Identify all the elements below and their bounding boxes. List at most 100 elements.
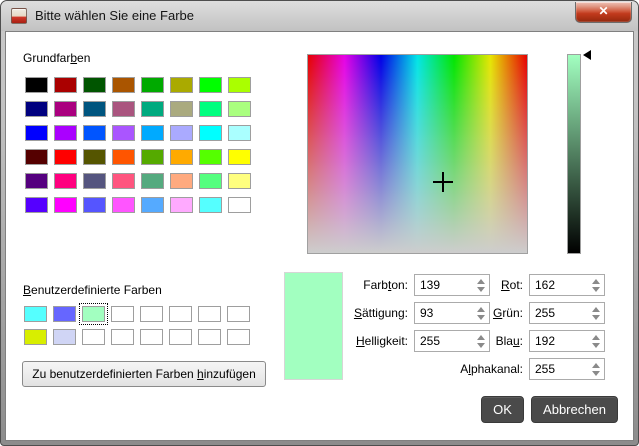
custom-color-swatch[interactable] — [198, 306, 221, 322]
basic-colors-grid — [25, 77, 251, 213]
red-spin-up-button[interactable] — [592, 279, 600, 284]
basic-color-swatch[interactable] — [25, 173, 48, 189]
basic-color-swatch[interactable] — [170, 101, 193, 117]
basic-color-swatch[interactable] — [228, 149, 251, 165]
custom-color-swatch[interactable] — [227, 329, 250, 345]
basic-color-swatch[interactable] — [54, 101, 77, 117]
basic-color-swatch[interactable] — [199, 173, 222, 189]
basic-color-swatch[interactable] — [83, 77, 106, 93]
basic-color-swatch[interactable] — [112, 197, 135, 213]
value-slider-strip[interactable] — [567, 54, 581, 254]
rgb-fields: Rot:Grün:Blau:Alphakanal: — [437, 271, 605, 383]
cancel-button[interactable]: Abbrechen — [531, 396, 618, 423]
value-slider[interactable] — [567, 54, 593, 254]
custom-color-swatch[interactable] — [111, 306, 134, 322]
custom-colors-grid — [24, 306, 250, 345]
app-icon — [11, 8, 27, 24]
basic-color-swatch[interactable] — [228, 125, 251, 141]
basic-color-swatch[interactable] — [25, 125, 48, 141]
custom-color-swatch[interactable] — [169, 306, 192, 322]
basic-color-swatch[interactable] — [199, 101, 222, 117]
crosshair-icon — [433, 172, 453, 192]
custom-color-swatch[interactable] — [53, 306, 76, 322]
basic-color-swatch[interactable] — [54, 125, 77, 141]
basic-color-swatch[interactable] — [83, 173, 106, 189]
basic-color-swatch[interactable] — [54, 77, 77, 93]
custom-color-swatch[interactable] — [24, 306, 47, 322]
basic-color-swatch[interactable] — [83, 197, 106, 213]
basic-color-swatch[interactable] — [83, 101, 106, 117]
slider-arrow-icon[interactable] — [583, 50, 591, 60]
custom-colors-label: Benutzerdefinierte Farben — [23, 283, 162, 297]
basic-color-swatch[interactable] — [83, 125, 106, 141]
basic-color-swatch[interactable] — [25, 197, 48, 213]
custom-color-swatch[interactable] — [82, 329, 105, 345]
blue-spinbox — [529, 330, 605, 352]
basic-color-swatch[interactable] — [199, 149, 222, 165]
basic-color-swatch[interactable] — [170, 77, 193, 93]
green-spinbox — [529, 302, 605, 324]
basic-color-swatch[interactable] — [25, 149, 48, 165]
basic-color-swatch[interactable] — [228, 101, 251, 117]
add-to-custom-colors-button[interactable]: Zu benutzerdefinierten Farben hinzufügen — [22, 361, 266, 387]
basic-color-swatch[interactable] — [112, 125, 135, 141]
color-dialog-window: Bitte wählen Sie eine Farbe ✕ Grundfarbe… — [0, 0, 639, 446]
basic-color-swatch[interactable] — [83, 149, 106, 165]
basic-color-swatch[interactable] — [199, 77, 222, 93]
blue-input[interactable] — [530, 331, 584, 351]
basic-color-swatch[interactable] — [25, 77, 48, 93]
basic-color-swatch[interactable] — [112, 77, 135, 93]
custom-color-swatch[interactable] — [53, 329, 76, 345]
basic-color-swatch[interactable] — [141, 173, 164, 189]
basic-color-swatch[interactable] — [199, 197, 222, 213]
hue-saturation-picker[interactable] — [307, 54, 528, 254]
custom-color-swatch[interactable] — [82, 306, 105, 322]
basic-color-swatch[interactable] — [54, 197, 77, 213]
alpha-spinbox — [529, 358, 605, 380]
alpha-label: Alphakanal: — [437, 362, 523, 376]
basic-color-swatch[interactable] — [141, 197, 164, 213]
basic-color-swatch[interactable] — [199, 125, 222, 141]
basic-color-swatch[interactable] — [112, 173, 135, 189]
basic-color-swatch[interactable] — [54, 149, 77, 165]
basic-color-swatch[interactable] — [112, 101, 135, 117]
custom-color-swatch[interactable] — [140, 329, 163, 345]
basic-color-swatch[interactable] — [228, 197, 251, 213]
blue-spin-down-button[interactable] — [592, 343, 600, 348]
basic-color-swatch[interactable] — [141, 77, 164, 93]
basic-color-swatch[interactable] — [141, 125, 164, 141]
basic-color-swatch[interactable] — [170, 173, 193, 189]
alpha-row: Alphakanal: — [437, 355, 605, 383]
basic-color-swatch[interactable] — [141, 101, 164, 117]
saturation-label: Sättigung: — [322, 306, 408, 320]
alpha-spin-up-button[interactable] — [592, 363, 600, 368]
basic-color-swatch[interactable] — [112, 149, 135, 165]
basic-color-swatch[interactable] — [170, 149, 193, 165]
basic-color-swatch[interactable] — [170, 125, 193, 141]
custom-color-swatch[interactable] — [169, 329, 192, 345]
ok-button[interactable]: OK — [481, 396, 524, 423]
alpha-spin-down-button[interactable] — [592, 371, 600, 376]
custom-color-swatch[interactable] — [140, 306, 163, 322]
green-spin-up-button[interactable] — [592, 307, 600, 312]
red-spin-down-button[interactable] — [592, 287, 600, 292]
alpha-input[interactable] — [530, 359, 584, 379]
basic-color-swatch[interactable] — [228, 173, 251, 189]
custom-color-swatch[interactable] — [24, 329, 47, 345]
custom-color-swatch[interactable] — [198, 329, 221, 345]
basic-color-swatch[interactable] — [54, 173, 77, 189]
basic-color-swatch[interactable] — [141, 149, 164, 165]
basic-color-swatch[interactable] — [228, 77, 251, 93]
green-input[interactable] — [530, 303, 584, 323]
basic-color-swatch[interactable] — [25, 101, 48, 117]
blue-spin-up-button[interactable] — [592, 335, 600, 340]
titlebar[interactable]: Bitte wählen Sie eine Farbe ✕ — [1, 1, 638, 31]
red-input[interactable] — [530, 275, 584, 295]
hue-label: Farbton: — [322, 278, 408, 292]
value-label: Helligkeit: — [322, 334, 408, 348]
close-button[interactable]: ✕ — [575, 2, 632, 23]
custom-color-swatch[interactable] — [111, 329, 134, 345]
green-spin-down-button[interactable] — [592, 315, 600, 320]
basic-color-swatch[interactable] — [170, 197, 193, 213]
custom-color-swatch[interactable] — [227, 306, 250, 322]
